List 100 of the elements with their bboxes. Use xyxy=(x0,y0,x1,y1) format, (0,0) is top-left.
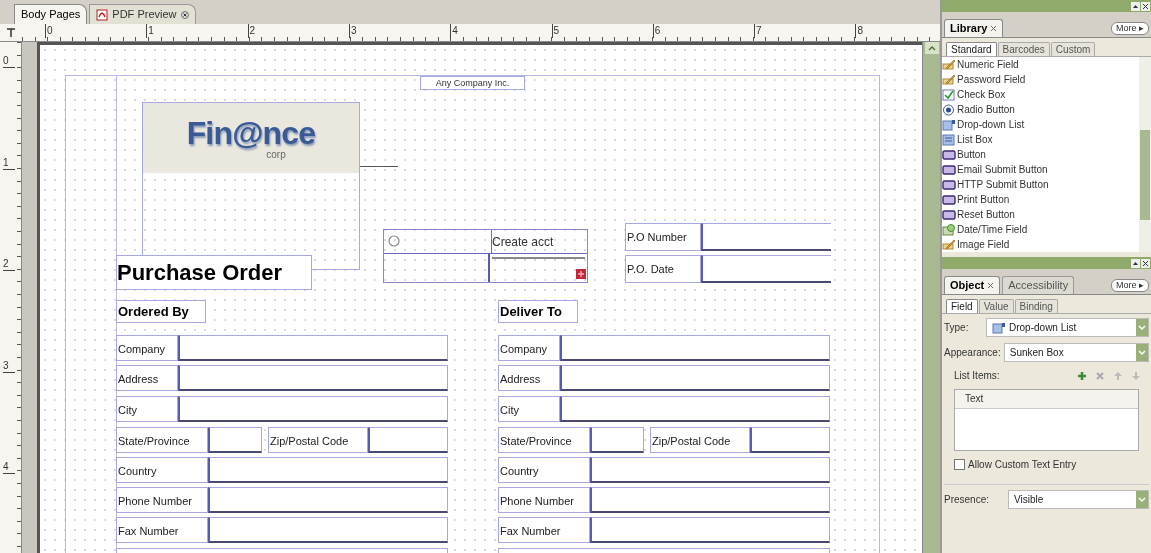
scrollbar[interactable] xyxy=(922,42,940,553)
field-label: Zip/Postal Code xyxy=(268,427,368,453)
input-field[interactable] xyxy=(560,335,830,361)
document-tab[interactable]: Body Pages xyxy=(14,4,88,24)
ruler-label: 0 xyxy=(45,24,53,38)
dropdown[interactable]: Sunken Box xyxy=(1003,343,1149,362)
document-tab[interactable]: PDF Preview xyxy=(89,4,196,24)
pencil-field-icon xyxy=(942,58,956,71)
logo-name: Fin@nce xyxy=(186,116,316,150)
scroll-thumb[interactable] xyxy=(1140,129,1150,220)
input-field[interactable] xyxy=(590,517,830,543)
scrollbar[interactable] xyxy=(1139,57,1151,252)
ruler-corner-icon xyxy=(6,27,16,38)
input-field[interactable] xyxy=(560,365,830,391)
input-field[interactable] xyxy=(590,427,644,453)
sub-tab[interactable]: Standard xyxy=(946,42,997,56)
input-field[interactable] xyxy=(208,427,262,453)
library-item[interactable]: Button xyxy=(942,147,1139,162)
field-label: P.O. Date xyxy=(625,255,701,283)
close-icon[interactable] xyxy=(990,25,998,32)
clock-icon xyxy=(942,223,956,236)
panel-tab[interactable]: Accessibility xyxy=(1002,276,1075,294)
ruler-label: 0 xyxy=(3,55,15,68)
input-field[interactable] xyxy=(590,487,830,513)
field-label: City xyxy=(498,396,560,422)
button-icon xyxy=(942,208,956,221)
library-item[interactable]: Date/Time Field xyxy=(942,222,1139,237)
input-field[interactable] xyxy=(208,517,448,543)
input-field[interactable] xyxy=(701,255,831,283)
pencil-field-icon xyxy=(942,73,956,86)
presence-label: Presence: xyxy=(944,493,991,507)
dropdown[interactable]: Visible xyxy=(1008,490,1149,509)
collapse-icon[interactable] xyxy=(1131,258,1140,268)
panel-tab[interactable]: Object xyxy=(944,276,1001,294)
library-item[interactable]: Radio Button xyxy=(942,102,1139,117)
library-item[interactable]: Check Box xyxy=(942,87,1139,102)
input-field[interactable] xyxy=(208,487,448,513)
connector-line xyxy=(360,166,398,167)
input-field[interactable] xyxy=(178,396,448,422)
close-icon[interactable] xyxy=(180,10,189,19)
radio-label: Create acct xyxy=(491,230,587,253)
more-button[interactable]: More ▸ xyxy=(1111,279,1149,292)
ruler-label: 4 xyxy=(3,461,15,474)
list-box-icon xyxy=(942,133,956,146)
field-label: Fax Number xyxy=(498,517,590,543)
ruler-label: 1 xyxy=(3,156,15,170)
more-button[interactable]: More ▸ xyxy=(1111,22,1149,35)
sub-tab[interactable]: Barcodes xyxy=(997,42,1050,56)
library-item[interactable]: Email Submit Button xyxy=(942,162,1139,177)
dropdown[interactable]: Drop-down List xyxy=(986,318,1149,337)
button-icon xyxy=(942,178,956,191)
sub-tab[interactable]: Field xyxy=(946,299,978,313)
button-icon xyxy=(942,163,956,176)
company-header: Any Company Inc. xyxy=(420,76,525,90)
button-icon xyxy=(942,148,956,161)
type-label: Type: xyxy=(944,321,970,335)
input-field[interactable] xyxy=(750,427,830,453)
input-field[interactable] xyxy=(368,427,448,453)
ruler-label: 2 xyxy=(247,24,256,38)
field-label: Company xyxy=(116,335,178,361)
ruler-label: 4 xyxy=(450,24,458,38)
input-field[interactable] xyxy=(178,335,448,361)
library-item[interactable]: Password Field xyxy=(942,72,1139,87)
input-field[interactable] xyxy=(701,223,831,251)
field-label: Phone Number xyxy=(498,487,590,513)
library-item[interactable]: HTTP Submit Button xyxy=(942,177,1139,192)
field-label: P.O Number xyxy=(625,223,701,251)
sub-tab[interactable]: Custom xyxy=(1050,42,1096,56)
button-icon xyxy=(942,193,956,206)
add-icon[interactable] xyxy=(1077,370,1087,381)
input-field[interactable] xyxy=(178,365,448,391)
ruler-label: 2 xyxy=(3,258,15,271)
checkbox-label: Allow Custom Text Entry xyxy=(968,458,1077,472)
dropdown-list-icon xyxy=(942,118,956,131)
field-label: Fax Number xyxy=(116,517,208,543)
input-field[interactable] xyxy=(560,396,830,422)
collapse-icon[interactable] xyxy=(1131,1,1140,11)
field-label: Phone Number xyxy=(116,487,208,513)
sub-tab[interactable]: Value xyxy=(978,299,1014,313)
scroll-up-icon[interactable] xyxy=(924,42,939,54)
radio-button[interactable] xyxy=(388,235,400,247)
chevron-icon xyxy=(1136,344,1148,361)
input-field[interactable] xyxy=(208,457,448,483)
section-heading: Ordered By xyxy=(116,300,206,323)
library-item[interactable]: Print Button xyxy=(942,192,1139,207)
checkbox[interactable] xyxy=(954,459,965,470)
library-item[interactable]: Drop-down List xyxy=(942,117,1139,132)
library-item[interactable]: Image Field xyxy=(942,237,1139,252)
close-icon[interactable] xyxy=(1141,258,1150,268)
close-icon[interactable] xyxy=(1141,1,1150,11)
input-field[interactable] xyxy=(590,457,830,483)
library-item[interactable]: Numeric Field xyxy=(942,57,1139,72)
library-item[interactable]: Reset Button xyxy=(942,207,1139,222)
appearance-label: Appearance: xyxy=(944,346,1001,360)
library-item[interactable]: List Box xyxy=(942,132,1139,147)
sub-tab[interactable]: Binding xyxy=(1014,299,1058,313)
field-label: City xyxy=(116,396,178,422)
ruler-label: 3 xyxy=(3,359,15,373)
close-icon[interactable] xyxy=(987,282,995,289)
panel-tab[interactable]: Library xyxy=(944,19,1004,37)
